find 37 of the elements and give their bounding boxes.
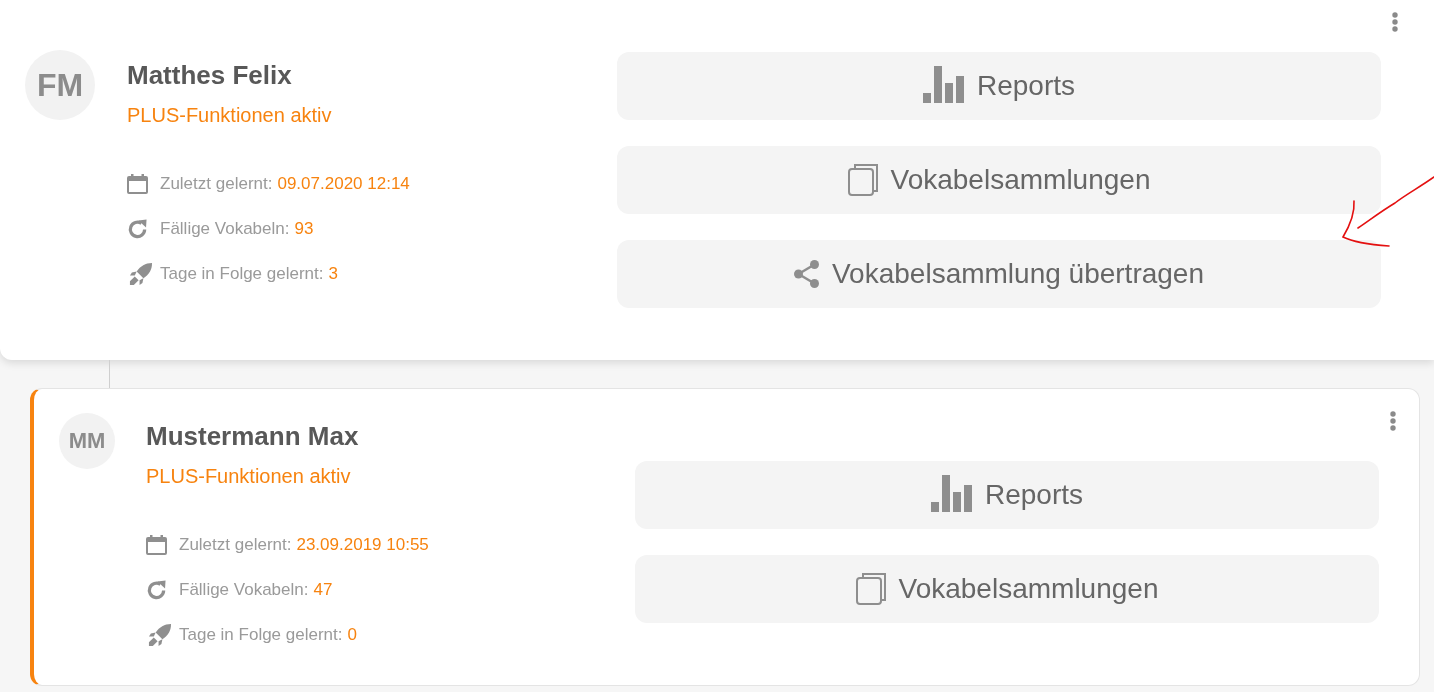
status-text: PLUS-Funktionen aktiv (146, 464, 351, 488)
stat-value: 93 (294, 219, 314, 239)
stat-value: 3 (328, 264, 338, 284)
reports-button[interactable]: Reports (635, 461, 1379, 529)
stat-value: 0 (347, 625, 357, 645)
stat-value: 09.07.2020 12:14 (277, 174, 410, 194)
book-icon (847, 164, 878, 196)
reports-button[interactable]: Reports (617, 52, 1381, 120)
share-icon (794, 260, 819, 288)
calendar-icon (127, 174, 148, 194)
student-name: Matthes Felix (127, 60, 292, 90)
stat-label: Tage in Folge gelernt: (179, 625, 343, 645)
share-collection-button[interactable]: Vokabelsammlung übertragen (617, 240, 1381, 308)
bar-chart-icon (922, 65, 964, 103)
collections-button[interactable]: Vokabelsammlungen (635, 555, 1379, 623)
more-options-icon[interactable] (1389, 411, 1397, 431)
collections-button[interactable]: Vokabelsammlungen (617, 146, 1381, 214)
rocket-icon (129, 262, 153, 286)
stat-label: Zuletzt gelernt: (160, 174, 273, 194)
avatar-initials: FM (25, 50, 95, 120)
book-icon (855, 573, 886, 605)
stat-value: 47 (313, 580, 333, 600)
student-name: Mustermann Max (146, 421, 359, 451)
stat-label: Zuletzt gelernt: (179, 535, 292, 555)
rocket-icon (148, 623, 172, 647)
stat-label: Fällige Vokabeln: (179, 580, 309, 600)
more-options-icon[interactable] (1391, 12, 1399, 32)
refresh-icon (127, 219, 148, 239)
bar-chart-icon (930, 474, 972, 512)
status-text: PLUS-Funktionen aktiv (127, 103, 332, 127)
stat-value: 23.09.2019 10:55 (296, 535, 429, 555)
tree-connector-line (109, 360, 110, 388)
calendar-icon (146, 535, 167, 555)
avatar-initials: MM (59, 413, 115, 469)
refresh-icon (146, 580, 167, 600)
stat-label: Fällige Vokabeln: (160, 219, 290, 239)
stat-label: Tage in Folge gelernt: (160, 264, 324, 284)
